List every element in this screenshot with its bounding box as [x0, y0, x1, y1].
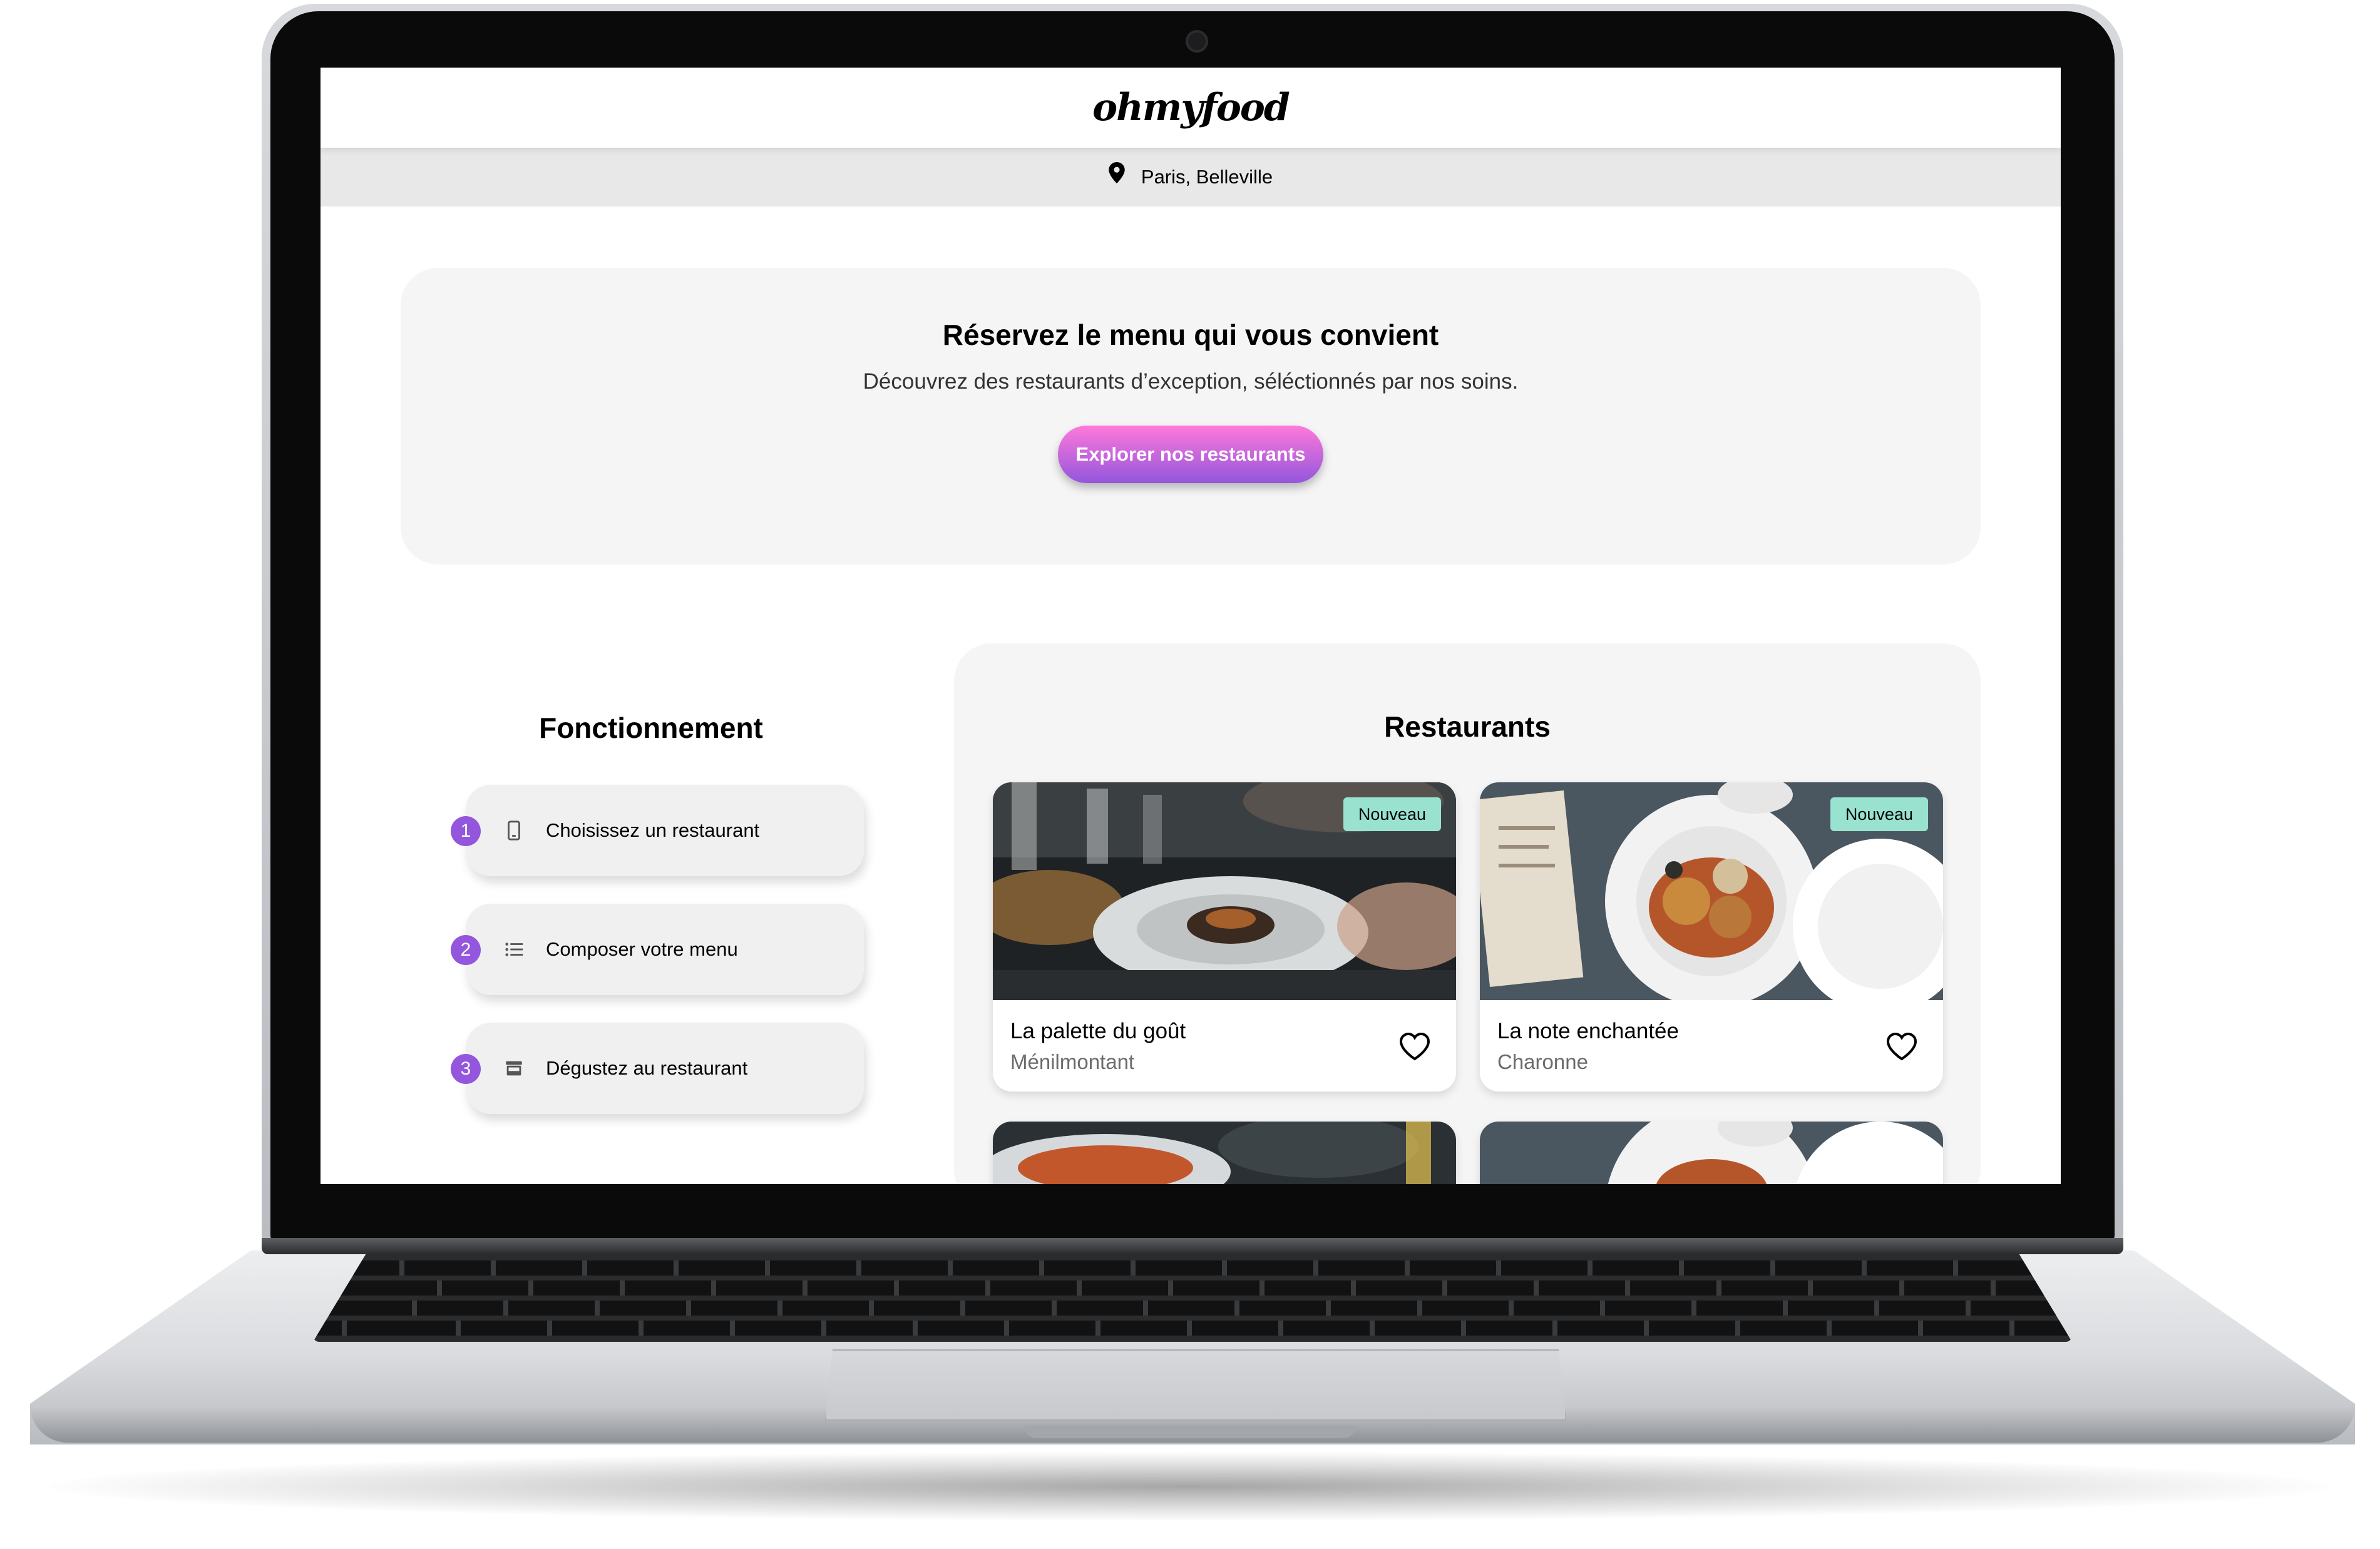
laptop-hinge	[262, 1238, 2123, 1254]
restaurant-area: Ménilmontant	[1010, 1050, 1135, 1073]
ohmyfood-logo[interactable]: ohmyfood	[1092, 86, 1290, 130]
new-badge: Nouveau	[1343, 797, 1441, 831]
laptop-notch	[1024, 1426, 1356, 1438]
step-number-badge: 3	[451, 1054, 481, 1084]
restaurant-name: La note enchantée	[1497, 1019, 1679, 1043]
restaurants-section: Restaurants Nouveau La palette du goût M…	[954, 643, 1981, 1184]
hero-subtitle: Découvrez des restaurants d’exception, s…	[863, 369, 1519, 394]
store-icon	[506, 1061, 522, 1076]
restaurants-title: Restaurants	[1384, 710, 1551, 743]
restaurant-photo	[993, 1122, 1456, 1184]
restaurant-card-note[interactable]: Nouveau La note enchantée Charonne	[1480, 782, 1943, 1091]
step-label: Choisissez un restaurant	[546, 819, 760, 841]
how-it-works-title: Fonctionnement	[539, 712, 763, 744]
step-card-compose: 2 Composer votre menu	[451, 904, 864, 995]
hero-title: Réservez le menu qui vous convient	[942, 319, 1439, 351]
hero-section: Réservez le menu qui vous convient Décou…	[401, 268, 1981, 565]
laptop-trackpad	[825, 1349, 1566, 1421]
heart-icon[interactable]	[1885, 1031, 1918, 1061]
restaurant-photo	[1480, 1122, 1943, 1184]
step-label: Composer votre menu	[546, 938, 738, 960]
heart-icon[interactable]	[1398, 1031, 1431, 1061]
explore-restaurants-button[interactable]: Explorer nos restaurants	[1058, 426, 1323, 483]
step-label: Dégustez au restaurant	[546, 1057, 748, 1079]
location-text: Paris, Belleville	[1141, 166, 1273, 188]
step-number-badge: 2	[451, 935, 481, 965]
restaurant-name: La palette du goût	[1010, 1019, 1186, 1043]
smartphone-icon	[508, 821, 520, 841]
site-header: ohmyfood	[321, 68, 2061, 148]
step-card-choose: 1 Choisissez un restaurant	[451, 785, 864, 876]
laptop-shadow	[50, 1452, 2329, 1521]
laptop-keyboard	[313, 1254, 2072, 1342]
restaurant-card-partial[interactable]	[1480, 1122, 1943, 1184]
restaurant-card-partial[interactable]	[993, 1122, 1456, 1184]
step-number-badge: 1	[451, 816, 481, 846]
restaurant-area: Charonne	[1497, 1050, 1588, 1073]
new-badge: Nouveau	[1830, 797, 1928, 831]
step-card-enjoy: 3 Dégustez au restaurant	[451, 1023, 864, 1114]
location-bar: Paris, Belleville	[321, 148, 2061, 207]
website-screen: ohmyfood Paris, Belleville Réservez le m…	[321, 68, 2061, 1184]
map-pin-icon	[1109, 162, 1125, 183]
laptop-mockup: ohmyfood Paris, Belleville Réservez le m…	[0, 0, 2380, 1549]
list-icon	[505, 943, 523, 956]
restaurant-card-palette[interactable]: Nouveau La palette du goût Ménilmontant	[993, 782, 1456, 1091]
camera-icon	[1186, 30, 1208, 53]
